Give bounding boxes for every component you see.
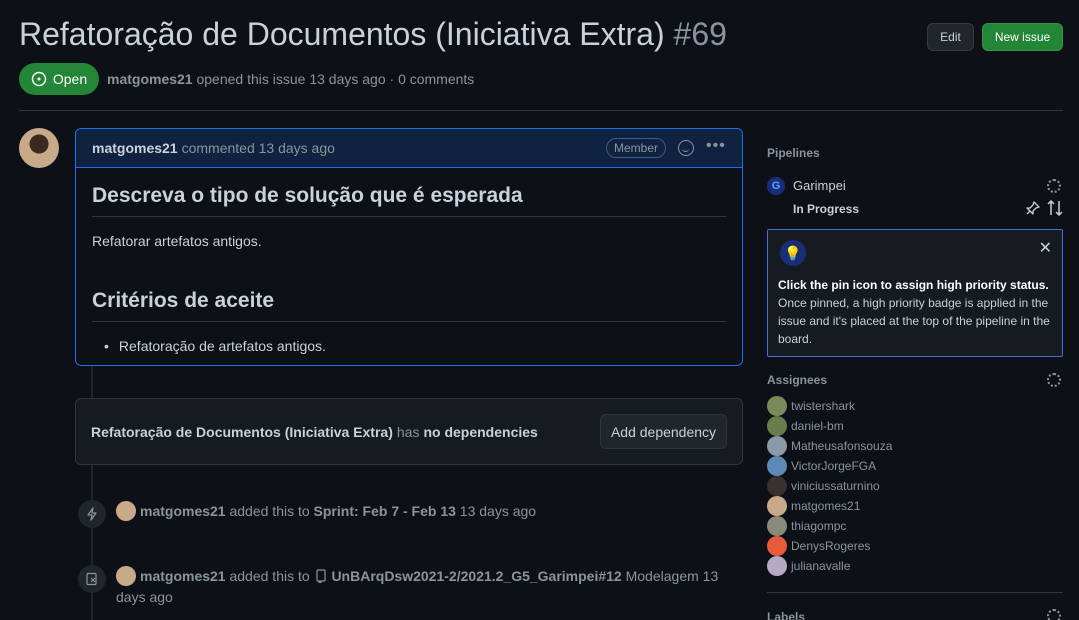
avatar	[767, 516, 787, 536]
pin-icon[interactable]	[1025, 200, 1041, 216]
assignee-item[interactable]: viniciussaturnino	[767, 476, 892, 496]
assignee-item[interactable]: julianavalle	[767, 556, 892, 576]
labels-label: Labels	[767, 610, 806, 620]
list-item-text: Refatoração de artefatos antigos.	[118, 338, 326, 354]
edit-button[interactable]: Edit	[927, 23, 974, 51]
avatar	[767, 496, 787, 516]
event-avatar[interactable]	[116, 501, 136, 521]
event-action: added this to	[229, 503, 310, 519]
comment-heading-2: Critérios de aceite	[92, 273, 726, 322]
assignee-item[interactable]: matgomes21	[767, 496, 892, 516]
repo-icon	[315, 569, 326, 585]
avatar	[767, 556, 787, 576]
header-divider	[19, 110, 1063, 111]
assignee-name: VictorJorgeFGA	[791, 459, 877, 473]
workspace-name[interactable]: Garimpei	[793, 178, 846, 193]
issue-author-link[interactable]: matgomes21	[107, 71, 193, 87]
event-author[interactable]: matgomes21	[140, 503, 226, 519]
event-target[interactable]: UnBArqDsw2021-2/2021.2_G5_Garimpei#12	[331, 568, 621, 584]
list-item: Refatoração de artefatos antigos.	[104, 338, 726, 354]
dependency-box: Refatoração de Documentos (Iniciativa Ex…	[75, 398, 743, 465]
more-options-icon[interactable]: •••	[706, 137, 726, 155]
avatar[interactable]	[19, 128, 59, 168]
timeline-event: matgomes21 added this to UnBArqDsw2021-2…	[116, 566, 736, 608]
tip-body: Once pinned, a high priority badge is ap…	[778, 296, 1050, 346]
assignee-item[interactable]: twistershark	[767, 396, 892, 416]
event-author[interactable]: matgomes21	[140, 568, 226, 584]
dependency-has-text: has	[396, 423, 420, 440]
dependency-status: no dependencies	[423, 423, 538, 440]
dependency-issue-title: Refatoração de Documentos (Iniciativa Ex…	[91, 423, 393, 440]
gear-icon[interactable]	[1047, 373, 1061, 387]
new-issue-button[interactable]: New issue	[982, 23, 1063, 51]
avatar	[767, 456, 787, 476]
sort-arrows-icon[interactable]	[1047, 199, 1063, 217]
workspace-avatar: G	[767, 177, 785, 195]
assignee-item[interactable]: VictorJorgeFGA	[767, 456, 892, 476]
assignee-name: julianavalle	[791, 559, 851, 573]
pipelines-label: Pipelines	[767, 146, 820, 160]
comment-heading-1: Descreva o tipo de solução que é esperad…	[92, 168, 726, 217]
assignee-name: DenysRogeres	[791, 539, 871, 553]
assignee-item[interactable]: DenysRogeres	[767, 536, 892, 556]
issue-title: Refatoração de Documentos (Iniciativa Ex…	[19, 16, 727, 53]
timeline-event-icon	[78, 565, 106, 593]
add-dependency-button[interactable]: Add dependency	[600, 414, 727, 449]
issue-number: #69	[673, 16, 727, 52]
status-badge-label: Open	[52, 71, 88, 87]
issue-meta: matgomes21 opened this issue 13 days ago…	[107, 71, 474, 87]
avatar	[767, 416, 787, 436]
lightbulb-icon: 💡	[780, 240, 806, 266]
assignee-name: matgomes21	[791, 499, 861, 513]
assignee-item[interactable]: thiagompc	[767, 516, 892, 536]
comment-box: matgomes21 commented 13 days ago Member …	[75, 128, 743, 366]
issue-title-text: Refatoração de Documentos (Iniciativa Ex…	[19, 16, 665, 52]
pipeline-status[interactable]: In Progress	[793, 202, 859, 216]
assignee-item[interactable]: daniel-bm	[767, 416, 892, 436]
comment-author[interactable]: matgomes21	[92, 140, 178, 156]
event-time[interactable]: 13 days ago	[460, 503, 536, 519]
close-icon[interactable]: ✕	[1039, 238, 1052, 258]
assignee-name: Matheusafonsouza	[791, 439, 893, 453]
timeline-event: matgomes21 added this to Sprint: Feb 7 -…	[116, 501, 736, 522]
member-badge: Member	[606, 138, 667, 158]
status-badge: Open	[19, 63, 99, 95]
event-target[interactable]: Sprint: Feb 7 - Feb 13	[314, 503, 456, 519]
smiley-icon[interactable]	[678, 140, 694, 156]
assignee-name: viniciussaturnino	[791, 479, 880, 493]
comment-paragraph: Refatorar artefatos antigos.	[92, 233, 262, 249]
comment-timestamp[interactable]: commented 13 days ago	[182, 140, 335, 156]
comment-body: Descreva o tipo de solução que é esperad…	[76, 168, 742, 354]
gear-icon[interactable]	[1047, 609, 1061, 620]
avatar	[767, 476, 787, 496]
issue-open-icon	[31, 71, 47, 87]
issue-linked-icon	[86, 572, 97, 586]
avatar	[767, 536, 787, 556]
assignee-name: twistershark	[791, 399, 856, 413]
assignee-name: thiagompc	[791, 519, 847, 533]
comment-header: matgomes21 commented 13 days ago Member …	[76, 129, 742, 168]
issue-meta-text: opened this issue 13 days ago · 0 commen…	[196, 71, 475, 87]
sidebar-divider	[767, 592, 1063, 593]
timeline-event-icon	[78, 500, 106, 528]
avatar	[767, 396, 787, 416]
event-extra: Modelagem	[625, 568, 699, 584]
tip-text: Click the pin icon to assign high priori…	[778, 276, 1054, 348]
priority-tip: 💡 ✕ Click the pin icon to assign high pr…	[767, 229, 1063, 357]
assignee-item[interactable]: Matheusafonsouza	[767, 436, 892, 456]
assignees-label: Assignees	[767, 373, 828, 387]
assignee-list: twistershark daniel-bm Matheusafonsouza Vic…	[767, 396, 892, 576]
event-action: added this to	[229, 568, 310, 584]
assignee-name: daniel-bm	[791, 419, 844, 433]
lightning-icon	[87, 507, 97, 521]
avatar	[767, 436, 787, 456]
gear-icon[interactable]	[1047, 179, 1061, 193]
tip-title: Click the pin icon to assign high priori…	[778, 278, 1049, 292]
event-avatar[interactable]	[116, 566, 136, 586]
